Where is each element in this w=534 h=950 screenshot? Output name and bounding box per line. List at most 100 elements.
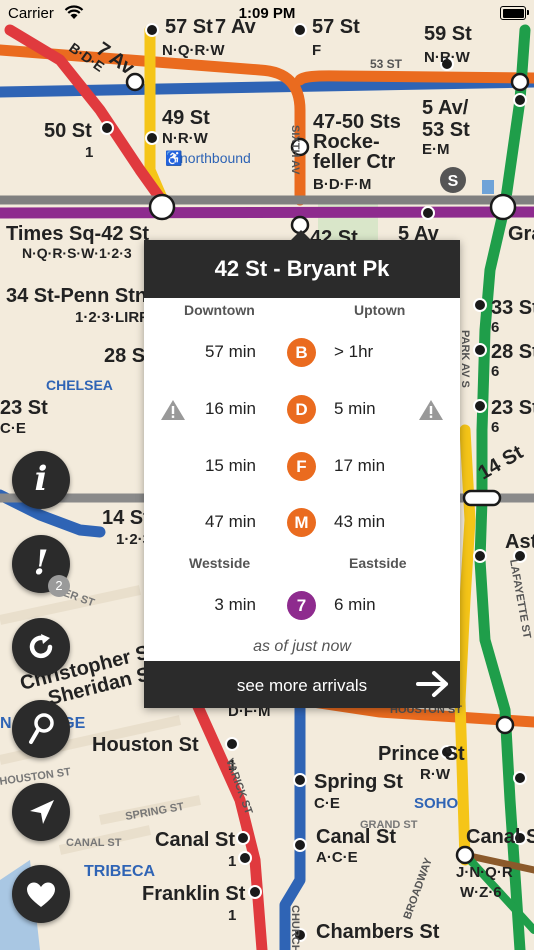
- label-canal: Canal St: [155, 829, 235, 851]
- svg-text:TRIBECA: TRIBECA: [84, 863, 156, 880]
- downtown-heading: Downtown: [184, 302, 255, 318]
- alerts-count-badge: 2: [48, 575, 70, 597]
- svg-text:1: 1: [228, 907, 236, 924]
- svg-text:W·Z·6: W·Z·6: [460, 884, 502, 901]
- route-bullet-b: B: [287, 338, 316, 367]
- popup-pointer: [291, 230, 311, 240]
- warning-icon[interactable]: [418, 399, 444, 426]
- label-penn: 34 St‑Penn Stn: [6, 285, 147, 307]
- svg-text:F: F: [312, 42, 321, 59]
- downtown-time: 47 min: [204, 512, 256, 531]
- see-more-label: see more arrivals: [236, 676, 368, 695]
- battery-icon: [500, 6, 529, 20]
- label-franklin: Franklin St: [142, 883, 246, 905]
- label-49st: 49 St: [162, 107, 210, 129]
- svg-text:5 Av/: 5 Av/: [422, 97, 469, 119]
- svg-text:northbound: northbound: [180, 150, 251, 166]
- label-canal-east: Canal St: [466, 826, 534, 848]
- svg-text:1·2·3·LIRR: 1·2·3·LIRR: [75, 309, 150, 326]
- heart-icon: [26, 881, 56, 914]
- search-icon: [27, 712, 57, 751]
- svg-text:CANAL ST: CANAL ST: [66, 837, 122, 849]
- svg-text:28 St: 28 St: [491, 341, 534, 363]
- arrow-right-icon: [416, 670, 450, 703]
- alerts-button[interactable]: ! 2: [12, 535, 70, 597]
- arrivals-popup: 42 St - Bryant Pk Downtown Uptown 57 min…: [144, 230, 460, 708]
- downtown-time: 16 min: [204, 399, 256, 418]
- as-of-label: as of just now: [253, 638, 351, 655]
- uptown-time: 17 min: [334, 456, 386, 475]
- svg-text:GRAND ST: GRAND ST: [360, 819, 418, 831]
- svg-text:♿: ♿: [165, 150, 182, 167]
- svg-text:23 St: 23 St: [0, 397, 48, 419]
- label-times-sq: Times Sq‑42 St: [6, 223, 149, 245]
- svg-text:53 St: 53 St: [422, 119, 470, 141]
- svg-text:6: 6: [491, 319, 499, 336]
- svg-text:6: 6: [491, 363, 499, 380]
- svg-text:N·R·W: N·R·W: [162, 130, 209, 147]
- svg-text:B·D·F·M: B·D·F·M: [313, 176, 371, 193]
- svg-text:CHELSEA: CHELSEA: [46, 377, 113, 393]
- svg-text:N·R·W: N·R·W: [424, 49, 471, 66]
- eastside-heading: Eastside: [349, 555, 407, 571]
- clock: 1:09 PM: [238, 5, 296, 22]
- svg-text:R·W: R·W: [420, 766, 451, 783]
- shuttle-badge: S: [448, 173, 459, 190]
- svg-text:A·C·E: A·C·E: [316, 849, 358, 866]
- arrival-row-b[interactable]: 57 min B > 1hr: [144, 332, 460, 372]
- route-bullet-f: F: [287, 452, 316, 481]
- search-button[interactable]: [12, 700, 70, 758]
- arrival-row-f[interactable]: 15 min F 17 min: [144, 446, 460, 486]
- uptown-time: > 1hr: [334, 342, 374, 361]
- refresh-icon: [25, 631, 57, 668]
- uptown-time: 43 min: [334, 512, 386, 531]
- svg-text:33 St: 33 St: [491, 297, 534, 319]
- westside-time: 3 min: [214, 595, 256, 614]
- svg-text:N·Q·R·S·W·1·2·3: N·Q·R·S·W·1·2·3: [22, 245, 132, 261]
- svg-text:1: 1: [228, 853, 236, 870]
- svg-text:CHURCH: CHURCH: [289, 905, 301, 950]
- see-more-arrivals-button[interactable]: see more arrivals: [144, 661, 460, 708]
- locate-button[interactable]: [12, 783, 70, 841]
- svg-text:feller Ctr: feller Ctr: [313, 151, 395, 173]
- station-title: 42 St - Bryant Pk: [144, 240, 460, 298]
- info-button[interactable]: i: [12, 451, 70, 509]
- svg-text:23 St: 23 St: [491, 397, 534, 419]
- arrival-row-7[interactable]: 3 min 7 6 min: [144, 585, 460, 625]
- route-bullet-d: D: [287, 395, 316, 424]
- label-50st: 50 St: [44, 120, 92, 142]
- eastside-time: 6 min: [334, 595, 376, 614]
- svg-text:LAFAYETTE ST: LAFAYETTE ST: [507, 558, 533, 639]
- svg-text:SOHO: SOHO: [414, 795, 459, 812]
- svg-text:1: 1: [85, 144, 93, 161]
- location-arrow-icon: [27, 797, 57, 832]
- info-icon: i: [34, 459, 48, 499]
- svg-text:Rocke‑: Rocke‑: [313, 131, 380, 153]
- svg-text:N·Q·R·W: N·Q·R·W: [162, 42, 225, 59]
- svg-text:BROADWAY: BROADWAY: [402, 856, 436, 921]
- svg-text:53 ST: 53 ST: [370, 57, 403, 71]
- svg-text:14 St: 14 St: [102, 507, 150, 529]
- svg-text:PARK AV S: PARK AV S: [459, 330, 471, 388]
- label-spring: Spring St: [314, 771, 403, 793]
- svg-text:C·E: C·E: [314, 795, 340, 812]
- favorites-button[interactable]: [12, 865, 70, 923]
- label-prince: Prince St: [378, 743, 465, 765]
- arrival-row-m[interactable]: 47 min M 43 min: [144, 502, 460, 542]
- label-47-50: 47‑50 Sts: [313, 111, 401, 133]
- route-bullet-7: 7: [287, 591, 316, 620]
- uptown-heading: Uptown: [354, 302, 406, 318]
- status-bar: Carrier 1:09 PM: [0, 0, 534, 28]
- label-houston: Houston St: [92, 734, 199, 756]
- arrival-row-d[interactable]: 16 min D 5 min: [144, 389, 460, 429]
- svg-text:C·E: C·E: [0, 420, 26, 437]
- westside-heading: Westside: [189, 555, 251, 571]
- svg-text:J·N·Q·R: J·N·Q·R: [456, 864, 513, 881]
- svg-text:E·M: E·M: [422, 141, 450, 158]
- route-bullet-m: M: [287, 508, 316, 537]
- refresh-button[interactable]: [12, 618, 70, 676]
- svg-text:SIXTH AV: SIXTH AV: [289, 125, 301, 175]
- svg-text:Gra: Gra: [508, 223, 534, 245]
- svg-text:Ast: Ast: [505, 531, 534, 553]
- svg-text:6: 6: [491, 419, 499, 436]
